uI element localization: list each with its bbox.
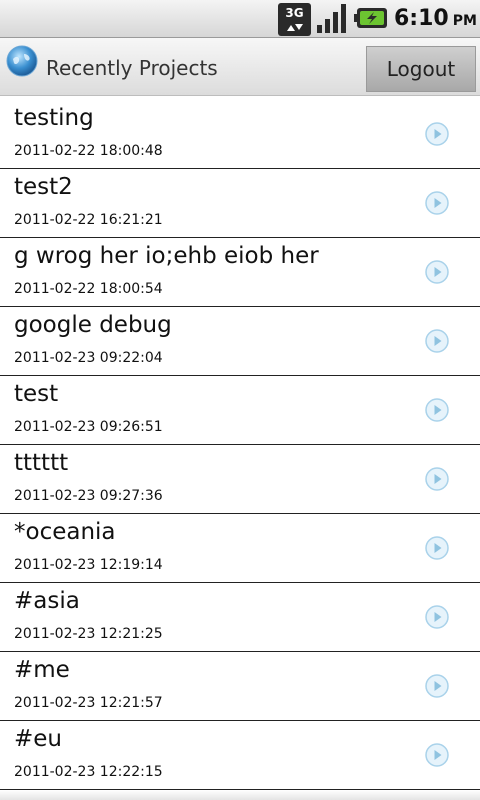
chevron-right-icon[interactable] [425, 605, 449, 629]
project-date: 2011-02-23 12:21:57 [14, 695, 163, 711]
list-item[interactable]: #asia 2011-02-23 12:21:25 [0, 583, 480, 652]
list-item[interactable]: tttttt 2011-02-23 09:27:36 [0, 445, 480, 514]
project-date: 2011-02-22 18:00:48 [14, 143, 163, 159]
project-name: tttttt [14, 450, 69, 476]
3g-label: 3G [285, 6, 303, 20]
status-clock: 6:10 PM [394, 4, 477, 34]
chevron-right-icon[interactable] [425, 191, 449, 215]
project-name: google debug [14, 312, 172, 338]
list-item[interactable]: testing 2011-02-22 18:00:48 [0, 100, 480, 169]
logout-button[interactable]: Logout [366, 46, 476, 92]
chevron-right-icon[interactable] [425, 536, 449, 560]
list-item[interactable]: #me 2011-02-23 12:21:57 [0, 652, 480, 721]
list-item[interactable]: test2 2011-02-22 16:21:21 [0, 169, 480, 238]
chevron-right-icon[interactable] [425, 329, 449, 353]
chevron-right-icon[interactable] [425, 398, 449, 422]
list-item[interactable]: #eu 2011-02-23 12:22:15 [0, 721, 480, 790]
chevron-right-icon[interactable] [425, 260, 449, 284]
project-list: testing 2011-02-22 18:00:48 test2 2011-0… [0, 100, 480, 790]
chevron-right-icon[interactable] [425, 122, 449, 146]
project-name: test2 [14, 174, 73, 200]
page-title: Recently Projects [46, 56, 218, 80]
list-item[interactable]: test 2011-02-23 09:26:51 [0, 376, 480, 445]
project-date: 2011-02-22 18:00:54 [14, 281, 163, 297]
3g-data-icon: 3G [278, 3, 311, 36]
project-name: #me [14, 657, 70, 683]
app-header: Recently Projects Logout [0, 38, 480, 96]
list-item[interactable]: *oceania 2011-02-23 12:19:14 [0, 514, 480, 583]
clock-time: 6:10 [394, 6, 449, 31]
chevron-right-icon[interactable] [425, 467, 449, 491]
project-name: g wrog her io;ehb eiob her [14, 243, 319, 269]
clock-ampm: PM [452, 13, 477, 29]
app-globe-logo-icon [6, 45, 38, 77]
chevron-right-icon[interactable] [425, 674, 449, 698]
chevron-right-icon[interactable] [425, 743, 449, 767]
project-name: #eu [14, 726, 62, 752]
battery-charging-icon [354, 8, 387, 28]
project-name: #asia [14, 588, 80, 614]
signal-strength-icon [317, 4, 346, 33]
list-item[interactable]: google debug 2011-02-23 09:22:04 [0, 307, 480, 376]
project-date: 2011-02-23 12:21:25 [14, 626, 163, 642]
project-date: 2011-02-23 09:26:51 [14, 419, 163, 435]
status-bar: 3G 6:10 PM [0, 0, 480, 38]
list-bottom-edge [0, 790, 480, 800]
project-name: *oceania [14, 519, 116, 545]
list-item[interactable]: g wrog her io;ehb eiob her 2011-02-22 18… [0, 238, 480, 307]
project-date: 2011-02-22 16:21:21 [14, 212, 163, 228]
project-name: testing [14, 105, 94, 131]
project-name: test [14, 381, 59, 407]
project-date: 2011-02-23 12:22:15 [14, 764, 163, 780]
project-date: 2011-02-23 09:22:04 [14, 350, 163, 366]
project-date: 2011-02-23 09:27:36 [14, 488, 163, 504]
project-date: 2011-02-23 12:19:14 [14, 557, 163, 573]
